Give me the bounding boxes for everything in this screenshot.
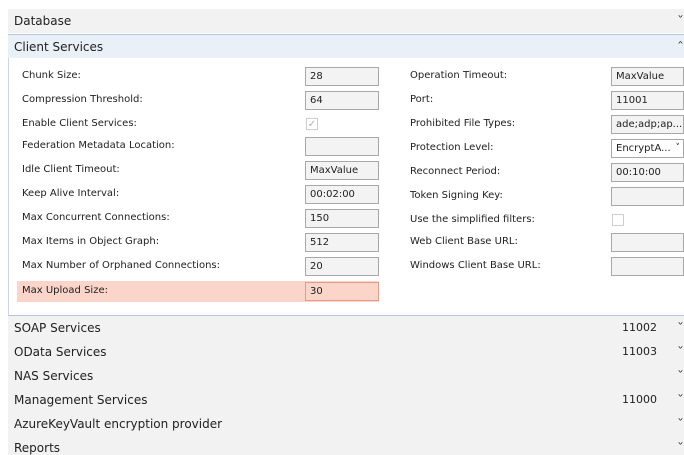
chevron-down-icon: ˅ <box>677 394 684 405</box>
chevron-down-icon: ˅ <box>675 143 681 153</box>
compression-threshold-field[interactable]: 64 <box>305 91 379 110</box>
section-title: Client Services <box>14 40 104 54</box>
chevron-down-icon: ˅ <box>677 346 684 357</box>
section-title: NAS Services <box>14 369 94 383</box>
label-token-signing-key: Token Signing Key: <box>410 190 503 201</box>
port-field[interactable]: 11001 <box>611 91 684 110</box>
section-title: Management Services <box>14 393 148 407</box>
idle-client-timeout-field[interactable]: MaxValue <box>305 161 379 180</box>
label-windows-client-base-url: Windows Client Base URL: <box>410 260 541 271</box>
section-title: SOAP Services <box>14 321 101 335</box>
label-max-items-in-object-graph: Max Items in Object Graph: <box>22 236 160 247</box>
max-concurrent-connections-field[interactable]: 150 <box>305 209 379 228</box>
operation-timeout-field[interactable]: MaxValue <box>611 67 684 86</box>
section-title: Database <box>14 14 72 28</box>
section-odata-services[interactable]: OData Services 11003 ˅ <box>8 340 684 364</box>
section-soap-services[interactable]: SOAP Services 11002 ˅ <box>8 316 684 340</box>
checkmark-icon: ✓ <box>307 119 317 130</box>
windows-client-base-url-field[interactable] <box>611 257 684 276</box>
section-client-services[interactable]: Client Services ˄ <box>8 34 684 58</box>
section-title: OData Services <box>14 345 107 359</box>
chevron-down-icon: ˅ <box>677 370 684 381</box>
use-simplified-filters-checkbox[interactable] <box>612 214 624 226</box>
chevron-down-icon: ˅ <box>677 442 684 453</box>
label-reconnect-period: Reconnect Period: <box>410 166 501 177</box>
label-prohibited-file-types: Prohibited File Types: <box>410 118 516 129</box>
chevron-down-icon: ˅ <box>677 418 684 429</box>
label-idle-client-timeout: Idle Client Timeout: <box>22 164 120 175</box>
label-max-upload-size: Max Upload Size: <box>22 285 108 296</box>
chunk-size-field[interactable]: 28 <box>305 67 379 86</box>
section-management-services[interactable]: Management Services 11000 ˅ <box>8 388 684 412</box>
section-port: 11000 <box>622 393 657 406</box>
label-compression-threshold: Compression Threshold: <box>22 94 143 105</box>
label-chunk-size: Chunk Size: <box>22 70 81 81</box>
section-port: 11002 <box>622 321 657 334</box>
section-port: 11003 <box>622 345 657 358</box>
max-upload-size-field[interactable]: 30 <box>305 282 379 301</box>
section-reports[interactable]: Reports ˅ <box>8 436 684 455</box>
max-orphaned-connections-field[interactable]: 20 <box>305 257 379 276</box>
token-signing-key-field[interactable] <box>611 187 684 206</box>
label-web-client-base-url: Web Client Base URL: <box>410 236 518 247</box>
protection-level-value: EncryptA... <box>616 143 671 154</box>
label-operation-timeout: Operation Timeout: <box>410 70 508 81</box>
label-enable-client-services: Enable Client Services: <box>22 118 137 129</box>
label-max-orphaned-connections: Max Number of Orphaned Connections: <box>22 260 220 271</box>
section-azurekeyvault[interactable]: AzureKeyVault encryption provider ˅ <box>8 412 684 436</box>
keep-alive-interval-field[interactable]: 00:02:00 <box>305 185 379 204</box>
section-title: AzureKeyVault encryption provider <box>14 417 223 431</box>
web-client-base-url-field[interactable] <box>611 233 684 252</box>
enable-client-services-checkbox[interactable]: ✓ <box>306 118 318 130</box>
prohibited-file-types-field[interactable]: ade;adp;ap... <box>611 115 684 134</box>
label-keep-alive-interval: Keep Alive Interval: <box>22 188 120 199</box>
section-title: Reports <box>14 441 61 455</box>
chevron-down-icon: ˅ <box>677 322 684 333</box>
left-margin <box>0 0 8 455</box>
protection-level-dropdown[interactable]: EncryptA... ˅ <box>611 139 684 158</box>
section-database[interactable]: Database ˅ <box>8 9 684 33</box>
label-max-concurrent-connections: Max Concurrent Connections: <box>22 212 170 223</box>
label-protection-level: Protection Level: <box>410 142 494 153</box>
label-port: Port: <box>410 94 434 105</box>
section-nas-services[interactable]: NAS Services ˅ <box>8 364 684 388</box>
max-items-in-object-graph-field[interactable]: 512 <box>305 233 379 252</box>
label-federation-metadata-location: Federation Metadata Location: <box>22 140 175 151</box>
chevron-up-icon: ˄ <box>677 41 684 52</box>
label-use-simplified-filters: Use the simplified filters: <box>410 214 535 225</box>
reconnect-period-field[interactable]: 00:10:00 <box>611 163 684 182</box>
chevron-down-icon: ˅ <box>677 15 684 26</box>
federation-metadata-location-field[interactable] <box>305 137 379 156</box>
